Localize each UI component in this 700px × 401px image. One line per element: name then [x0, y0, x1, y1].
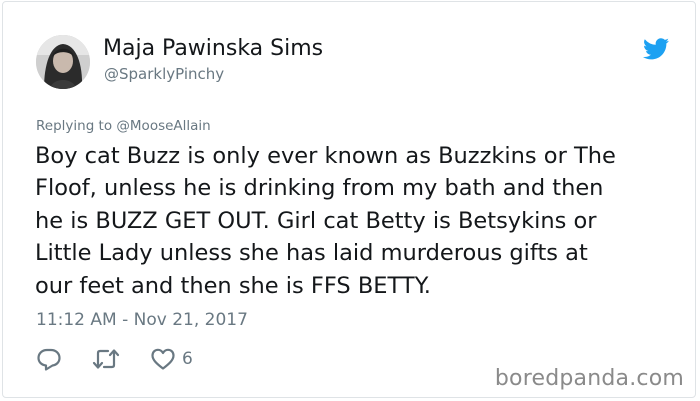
like-count: 6: [182, 349, 193, 369]
avatar[interactable]: [36, 35, 90, 89]
reply-icon: [37, 348, 61, 371]
replying-to: Replying to @MooseAllain: [36, 118, 211, 134]
tweet-text: Boy cat Buzz is only ever known as Buzzk…: [35, 140, 675, 302]
tweet-text-line: Little Lady unless she has laid murderou…: [35, 240, 588, 267]
like-button[interactable]: 6: [150, 346, 193, 372]
tweet-text-line: Floof, unless he is drinking from my bat…: [35, 175, 604, 202]
author-display-name[interactable]: Maja Pawinska Sims: [103, 36, 323, 61]
tweet-text-line: he is BUZZ GET OUT. Girl cat Betty is Be…: [35, 207, 597, 234]
tweet-text-line: our feet and then she is FFS BETTY.: [35, 272, 431, 299]
replying-mention-link[interactable]: @MooseAllain: [116, 118, 210, 134]
reply-button[interactable]: [36, 346, 62, 372]
replying-prefix: Replying to: [36, 118, 113, 134]
retweet-button[interactable]: [92, 346, 120, 372]
tweet-card: Maja Pawinska Sims @SparklyPinchy Replyi…: [2, 1, 696, 398]
author-handle[interactable]: @SparklyPinchy: [104, 65, 224, 83]
watermark: boredpanda.com: [494, 366, 684, 391]
heart-icon: [151, 348, 175, 370]
twitter-bird-icon[interactable]: [643, 38, 669, 60]
retweet-icon: [92, 349, 120, 369]
tweet-timestamp[interactable]: 11:12 AM - Nov 21, 2017: [36, 310, 248, 330]
avatar-photo: [36, 35, 90, 89]
tweet-text-line: Boy cat Buzz is only ever known as Buzzk…: [35, 143, 616, 169]
